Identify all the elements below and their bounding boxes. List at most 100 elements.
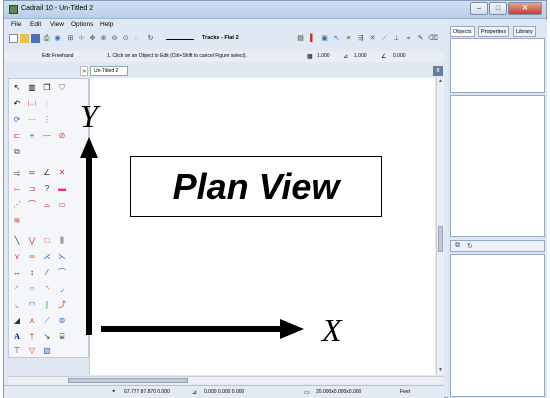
scroll-up-icon[interactable]: ▲ bbox=[437, 78, 444, 85]
eraser-icon[interactable]: ⌫ bbox=[428, 34, 438, 43]
slope-icon[interactable]: ⁄ bbox=[41, 267, 53, 279]
horizontal-scrollbar[interactable] bbox=[8, 376, 444, 384]
menu-help[interactable]: Help bbox=[100, 21, 113, 28]
horizontal-scroll-thumb[interactable] bbox=[68, 378, 188, 383]
polyline-icon[interactable]: ⋁ bbox=[26, 235, 38, 247]
platform-icon[interactable]: ▭ bbox=[56, 199, 68, 211]
menu-file[interactable]: File bbox=[11, 21, 21, 28]
pin-icon[interactable]: † bbox=[26, 331, 38, 343]
ballast-icon[interactable]: ≋ bbox=[11, 215, 23, 227]
tab-properties[interactable]: Properties bbox=[478, 26, 510, 37]
rotate-icon[interactable]: ⟳ bbox=[11, 114, 23, 126]
objects-list[interactable] bbox=[450, 38, 545, 93]
preview-pane[interactable] bbox=[450, 254, 545, 397]
color-icon[interactable]: ▌ bbox=[308, 34, 317, 43]
objects-detail[interactable] bbox=[450, 95, 545, 237]
label-icon[interactable]: ⍯ bbox=[56, 331, 68, 343]
fillet-icon[interactable]: ◝ bbox=[41, 283, 53, 295]
spiral-icon[interactable]: ◞ bbox=[56, 283, 68, 295]
select-pointer-icon[interactable]: ↖ bbox=[332, 34, 341, 43]
crossing-icon[interactable]: ✕ bbox=[368, 34, 377, 43]
curve-icon[interactable]: ⌒ bbox=[56, 267, 68, 279]
text-tool-icon[interactable]: ⊥ bbox=[392, 34, 401, 43]
turnout-right-icon[interactable]: ⋋ bbox=[56, 251, 68, 263]
signal-icon[interactable]: ⤚ bbox=[11, 183, 23, 195]
bridge-icon[interactable]: ⌒ bbox=[26, 199, 38, 211]
arc-icon[interactable]: ◜ bbox=[11, 283, 23, 295]
mirror-icon[interactable]: ⋯ bbox=[26, 114, 38, 126]
properties-icon[interactable]: ◉ bbox=[53, 34, 62, 43]
layer-stack-icon[interactable]: ⧉ bbox=[11, 146, 23, 158]
wye-icon[interactable]: ⟋ bbox=[41, 315, 53, 327]
help-marker-icon[interactable]: ? bbox=[41, 183, 53, 195]
menu-view[interactable]: View bbox=[50, 21, 64, 28]
easement-icon[interactable]: ◟ bbox=[11, 299, 23, 311]
expand-icon[interactable]: ⧉ bbox=[455, 242, 460, 250]
zoom-out-icon[interactable]: ⊖ bbox=[110, 34, 119, 43]
vertical-scrollbar[interactable]: ▲ ▼ bbox=[436, 78, 444, 375]
track-icon[interactable]: ≡ bbox=[344, 34, 353, 43]
vertical-scroll-thumb[interactable] bbox=[438, 226, 443, 252]
minimize-button[interactable]: – bbox=[470, 2, 488, 15]
turnout-left-icon[interactable]: ⋌ bbox=[41, 251, 53, 263]
rectangle-icon[interactable]: □ bbox=[41, 235, 53, 247]
tab-scroll-button[interactable]: > bbox=[80, 66, 88, 76]
tab-untitled-2[interactable]: Un-Titled 2 bbox=[90, 66, 128, 76]
zoom-extents-icon[interactable]: ◌ bbox=[132, 34, 141, 43]
helix-icon[interactable]: ◠ bbox=[26, 299, 38, 311]
move-icon[interactable]: ⊏ bbox=[11, 130, 23, 142]
ramp-icon[interactable]: ◢ bbox=[11, 315, 23, 327]
scale-value[interactable]: 1.000 bbox=[354, 53, 367, 59]
pan-icon[interactable]: ✥ bbox=[88, 34, 97, 43]
add-point-icon[interactable]: + bbox=[26, 130, 38, 142]
tunnel-icon[interactable]: ⌓ bbox=[41, 199, 53, 211]
select-arrow-icon[interactable]: ↖ bbox=[11, 82, 23, 94]
double-track-icon[interactable]: ⥤ bbox=[11, 167, 23, 179]
break-icon[interactable]: — bbox=[41, 130, 53, 142]
new-file-icon[interactable] bbox=[9, 34, 18, 43]
layer-icon[interactable]: ▤ bbox=[296, 34, 305, 43]
car-icon[interactable]: ▬ bbox=[56, 183, 68, 195]
copy-icon[interactable]: ❐ bbox=[41, 82, 53, 94]
cross-track-icon[interactable]: ✕ bbox=[56, 167, 68, 179]
vertical-icon[interactable]: ↕ bbox=[26, 267, 38, 279]
vertex-icon[interactable]: ⋎ bbox=[11, 251, 23, 263]
open-folder-icon[interactable] bbox=[20, 34, 29, 43]
turntable-icon[interactable]: ⊚ bbox=[56, 315, 68, 327]
fill-icon[interactable]: ▣ bbox=[320, 34, 329, 43]
menu-options[interactable]: Options bbox=[71, 21, 93, 28]
line-style-name[interactable]: Tracks - Flat 2 bbox=[202, 35, 239, 41]
snap-icon[interactable]: ⊹ bbox=[77, 34, 86, 43]
link-icon[interactable]: ∞ bbox=[26, 251, 38, 263]
close-button[interactable]: ✕ bbox=[508, 2, 542, 15]
units-label[interactable]: Feet bbox=[400, 389, 410, 395]
bezier-icon[interactable]: ∫ bbox=[41, 299, 53, 311]
measure-tool-icon[interactable]: ⫼ bbox=[56, 235, 68, 247]
save-icon[interactable] bbox=[31, 34, 40, 43]
pencil-icon[interactable]: ✎ bbox=[416, 34, 425, 43]
zoom-in-icon[interactable]: ⊕ bbox=[99, 34, 108, 43]
straight-icon[interactable]: ↔ bbox=[11, 267, 23, 279]
document-close-button[interactable]: x bbox=[433, 66, 443, 76]
angle-value[interactable]: 0.000 bbox=[393, 53, 406, 59]
switch-icon[interactable]: ⇶ bbox=[356, 34, 365, 43]
grid-size-value[interactable]: 1.000 bbox=[317, 53, 330, 59]
delete-icon[interactable]: ▥ bbox=[26, 82, 38, 94]
offset-curve-icon[interactable]: ⤴ bbox=[56, 299, 68, 311]
image-icon[interactable]: ▧ bbox=[41, 345, 53, 357]
dimension-icon[interactable]: ⌖ bbox=[404, 34, 413, 43]
drawing-canvas[interactable] bbox=[89, 78, 435, 375]
maximize-button[interactable]: □ bbox=[489, 2, 507, 15]
angle-track-icon[interactable]: ∠ bbox=[41, 167, 53, 179]
diagonal-line-icon[interactable]: ╲ bbox=[11, 235, 23, 247]
filter-icon[interactable]: ▽ bbox=[26, 345, 38, 357]
measure-icon[interactable]: ⟋ bbox=[380, 34, 389, 43]
redraw-icon[interactable]: ↻ bbox=[146, 34, 155, 43]
scroll-down-icon[interactable]: ▼ bbox=[437, 367, 444, 374]
undo-icon[interactable]: ↶ bbox=[11, 98, 23, 110]
menu-edit[interactable]: Edit bbox=[30, 21, 41, 28]
plan-view-box[interactable]: Plan View bbox=[130, 156, 382, 217]
tab-objects[interactable]: Objects bbox=[450, 26, 475, 37]
no-entry-icon[interactable]: ⊘ bbox=[56, 130, 68, 142]
paint-icon[interactable]: ⛉ bbox=[56, 82, 68, 94]
